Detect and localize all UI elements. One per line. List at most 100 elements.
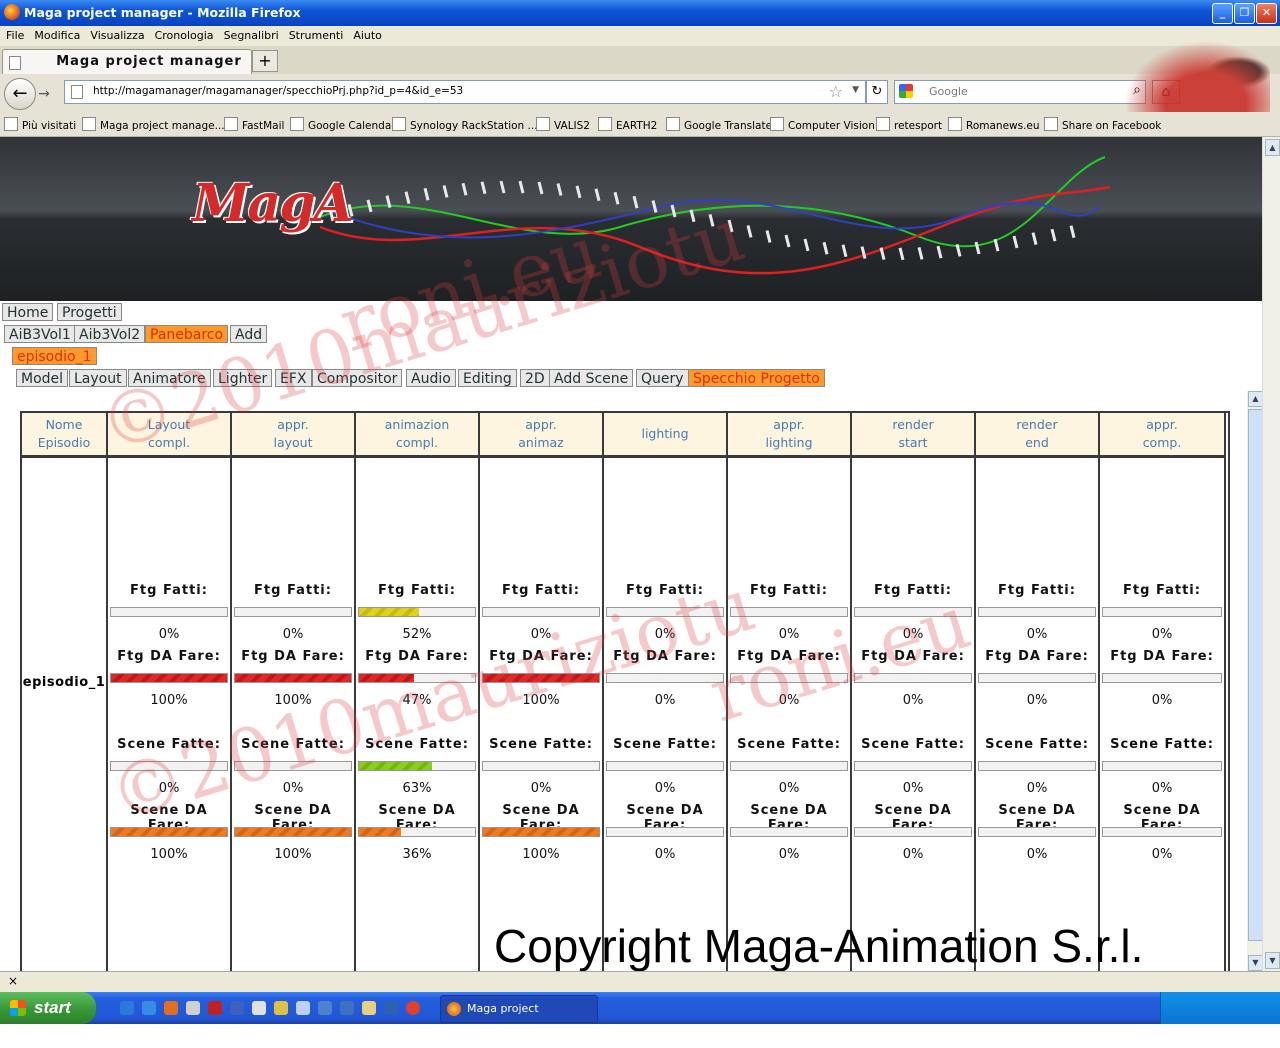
bookmark-star-icon[interactable]: ☆: [829, 82, 843, 101]
bookmark-item[interactable]: VALIS2: [536, 117, 590, 132]
bookmark-item[interactable]: Synology RackStation ...: [392, 117, 538, 132]
reload-button[interactable]: ↻: [866, 80, 888, 104]
app-icon[interactable]: [186, 1001, 200, 1015]
menu-item[interactable]: Aiuto: [353, 26, 382, 46]
nav-tab-progetti[interactable]: Progetti: [57, 303, 122, 321]
nav-tab-layout[interactable]: Layout: [69, 369, 127, 387]
percentage-value: 36%: [402, 847, 432, 862]
nav-tab-audio[interactable]: Audio: [406, 369, 456, 387]
percentage-value: 100%: [522, 847, 560, 862]
app-icon[interactable]: [208, 1001, 222, 1015]
scroll-up-icon[interactable]: ▲: [1248, 391, 1263, 407]
bookmark-item[interactable]: Google Calendar: [290, 117, 396, 132]
forward-button[interactable]: →: [34, 84, 54, 104]
app-icon[interactable]: [230, 1001, 244, 1015]
chrome-icon[interactable]: [406, 1001, 420, 1015]
back-button[interactable]: ←: [4, 78, 36, 110]
window-scrollbar[interactable]: ▲ ▼: [1262, 137, 1280, 971]
nav-tab-add-scene[interactable]: Add Scene: [549, 369, 634, 387]
close-icon[interactable]: ×: [8, 974, 18, 988]
bookmark-item[interactable]: EARTH2: [598, 117, 657, 132]
nav-tab-aib3vol1[interactable]: AiB3Vol1: [4, 325, 76, 343]
menu-item[interactable]: Modifica: [34, 26, 80, 46]
browser-tab[interactable]: Maga project manager: [2, 49, 252, 74]
bookmark-label: Maga project manage...: [100, 120, 225, 132]
close-button[interactable]: ✕: [1256, 3, 1277, 24]
stat-label: Scene Fatte:: [241, 737, 345, 752]
nav-tab-lighter[interactable]: Lighter: [213, 369, 273, 387]
column-header: appr. layout: [232, 413, 354, 458]
nav-tab-add[interactable]: Add: [230, 325, 268, 343]
nav-tab-home[interactable]: Home: [2, 303, 54, 321]
stat-label: Ftg Fatti:: [1123, 583, 1201, 598]
maga-logo[interactable]: MagA: [192, 173, 354, 234]
firefox-icon: [4, 4, 20, 20]
scroll-down-icon[interactable]: ▼: [1265, 952, 1280, 969]
bookmark-label: FastMail: [242, 120, 285, 132]
nav-tab-panebarco[interactable]: Panebarco: [145, 325, 229, 343]
nav-tab-aib3vol2[interactable]: Aib3Vol2: [74, 325, 146, 343]
percentage-value: 0%: [530, 627, 552, 642]
minimize-button[interactable]: _: [1212, 3, 1233, 24]
scroll-thumb[interactable]: [1248, 409, 1263, 941]
scroll-up-icon[interactable]: ▲: [1265, 139, 1280, 156]
bookmark-item[interactable]: Romanews.eu: [948, 117, 1040, 132]
new-tab-button[interactable]: +: [252, 50, 278, 72]
nav-tab-query[interactable]: Query: [636, 369, 689, 387]
app-icon[interactable]: [296, 1001, 310, 1015]
percentage-value: 0%: [1151, 627, 1173, 642]
menu-item[interactable]: Strumenti: [289, 26, 344, 46]
episode-name[interactable]: episodio_1: [22, 675, 106, 690]
bookmark-item[interactable]: retesport: [876, 117, 942, 132]
column-header: Layout compl.: [108, 413, 230, 458]
nav-tab-editing[interactable]: Editing: [458, 369, 517, 387]
bookmark-item[interactable]: Share on Facebook: [1044, 117, 1161, 132]
progress-column: appr. lighting Ftg Fatti: 0% Ftg DA Fare: 0% S…: [728, 413, 852, 971]
bookmark-item[interactable]: Google Translate: [666, 117, 772, 132]
menu-item[interactable]: Cronologia: [155, 26, 214, 46]
column-header: lighting: [604, 413, 726, 458]
start-button[interactable]: start: [0, 992, 96, 1024]
app-icon[interactable]: [252, 1001, 266, 1015]
app-icon[interactable]: [340, 1001, 354, 1015]
nav-tab-model[interactable]: Model: [16, 369, 69, 387]
app-icon[interactable]: [362, 1001, 376, 1015]
nav-tab-specchio-progetto[interactable]: Specchio Progetto: [688, 369, 825, 387]
taskbar-window-button[interactable]: Maga project manage...: [440, 995, 598, 1041]
chevron-down-icon[interactable]: ▼: [852, 85, 859, 95]
menu-item[interactable]: Visualizza: [90, 26, 144, 46]
bookmark-label: Synology RackStation ...: [410, 120, 538, 132]
url-bar[interactable]: http://magamanager/magamanager/specchioP…: [64, 80, 866, 104]
percentage-value: 0%: [902, 781, 924, 796]
stat-label: Ftg DA Fare:: [117, 649, 221, 664]
bookmark-item[interactable]: Più visitati: [4, 117, 76, 132]
nav-tab-compositor[interactable]: Compositor: [312, 369, 403, 387]
ie-icon[interactable]: [120, 1001, 134, 1015]
app-icon[interactable]: [274, 1001, 288, 1015]
percentage-value: 0%: [1026, 627, 1048, 642]
nav-tab-animatore[interactable]: Animatore: [128, 369, 211, 387]
percentage-value: 0%: [158, 781, 180, 796]
app-icon[interactable]: [384, 1001, 398, 1015]
maximize-button[interactable]: ❐: [1234, 3, 1255, 24]
scroll-down-icon[interactable]: ▼: [1248, 955, 1263, 971]
nav-tab-2d[interactable]: 2D: [520, 369, 550, 387]
app-icon[interactable]: [318, 1001, 332, 1015]
nav-tab-episodio-1[interactable]: episodio_1: [12, 347, 97, 365]
percentage-value: 0%: [778, 693, 800, 708]
menu-item[interactable]: Segnalibri: [224, 26, 279, 46]
nav-tab-efx[interactable]: EFX: [275, 369, 312, 387]
stat-label: Scene Fatte:: [489, 737, 593, 752]
progress-bar: [358, 761, 476, 771]
bookmark-item[interactable]: Maga project manage...: [82, 117, 225, 132]
menu-item[interactable]: File: [6, 26, 24, 46]
progress-bar: [1102, 673, 1222, 683]
header-line: appr.: [525, 417, 557, 432]
page-scrollbar[interactable]: ▲ ▼: [1247, 391, 1263, 971]
firefox-icon[interactable]: [164, 1001, 178, 1015]
bookmark-item[interactable]: Computer Vision: [770, 117, 875, 132]
header-line: animaz: [518, 435, 564, 450]
search-input[interactable]: Google ⌕: [894, 80, 1146, 104]
bookmark-item[interactable]: FastMail: [224, 117, 284, 132]
app-icon[interactable]: [142, 1001, 156, 1015]
